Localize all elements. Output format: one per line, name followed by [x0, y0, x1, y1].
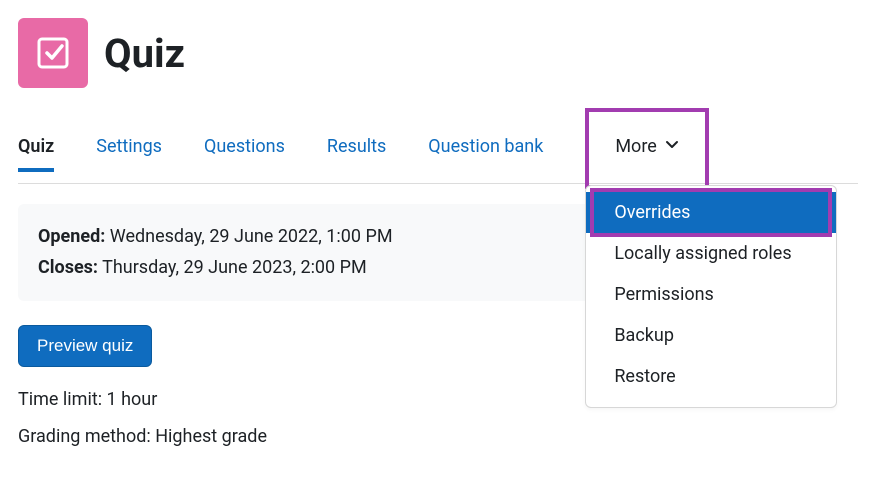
- tab-question-bank[interactable]: Question bank: [428, 122, 543, 171]
- tab-label: Question bank: [428, 136, 543, 157]
- opened-line: Opened: Wednesday, 29 June 2022, 1:00 PM: [38, 222, 588, 253]
- tab-label: Results: [327, 136, 386, 157]
- closes-label: Closes:: [38, 257, 98, 278]
- tab-settings[interactable]: Settings: [96, 122, 162, 171]
- opened-label: Opened:: [38, 226, 105, 247]
- closes-value: Thursday, 29 June 2023, 2:00 PM: [102, 257, 367, 278]
- button-label: Preview quiz: [37, 336, 133, 355]
- dropdown-item-overrides[interactable]: Overrides: [586, 192, 836, 233]
- quiz-timing-info: Opened: Wednesday, 29 June 2022, 1:00 PM…: [18, 204, 608, 301]
- dropdown-item-backup[interactable]: Backup: [586, 315, 836, 356]
- tab-bar: Quiz Settings Questions Results Question…: [18, 110, 858, 184]
- tab-quiz[interactable]: Quiz: [18, 122, 54, 171]
- dropdown-item-restore[interactable]: Restore: [586, 356, 836, 397]
- opened-value: Wednesday, 29 June 2022, 1:00 PM: [110, 226, 393, 247]
- tab-label: Questions: [204, 136, 285, 157]
- tab-label: Quiz: [18, 136, 54, 157]
- dropdown-item-label: Overrides: [614, 202, 690, 223]
- grading-method-text: Grading method: Highest grade: [18, 426, 858, 447]
- tab-more[interactable]: More: [585, 110, 708, 183]
- quiz-icon: [18, 18, 88, 88]
- preview-quiz-button[interactable]: Preview quiz: [18, 325, 152, 367]
- dropdown-item-locally-assigned-roles[interactable]: Locally assigned roles: [586, 233, 836, 274]
- dropdown-item-label: Restore: [614, 366, 675, 387]
- dropdown-item-label: Backup: [614, 325, 674, 346]
- page-title: Quiz: [104, 30, 185, 77]
- dropdown-item-label: Permissions: [614, 284, 714, 305]
- page-header: Quiz: [18, 18, 858, 88]
- chevron-down-icon: [665, 136, 679, 157]
- more-dropdown: Overrides Locally assigned roles Permiss…: [585, 185, 837, 408]
- closes-line: Closes: Thursday, 29 June 2023, 2:00 PM: [38, 253, 588, 284]
- tab-results[interactable]: Results: [327, 122, 386, 171]
- tab-more-container: More Overrides Locally assigned roles Pe…: [585, 110, 708, 183]
- dropdown-item-permissions[interactable]: Permissions: [586, 274, 836, 315]
- tab-questions[interactable]: Questions: [204, 122, 285, 171]
- page-root: Quiz Quiz Settings Questions Results Que…: [0, 0, 876, 500]
- dropdown-item-label: Locally assigned roles: [614, 243, 791, 264]
- tab-label: Settings: [96, 136, 162, 157]
- tab-more-label: More: [615, 136, 656, 157]
